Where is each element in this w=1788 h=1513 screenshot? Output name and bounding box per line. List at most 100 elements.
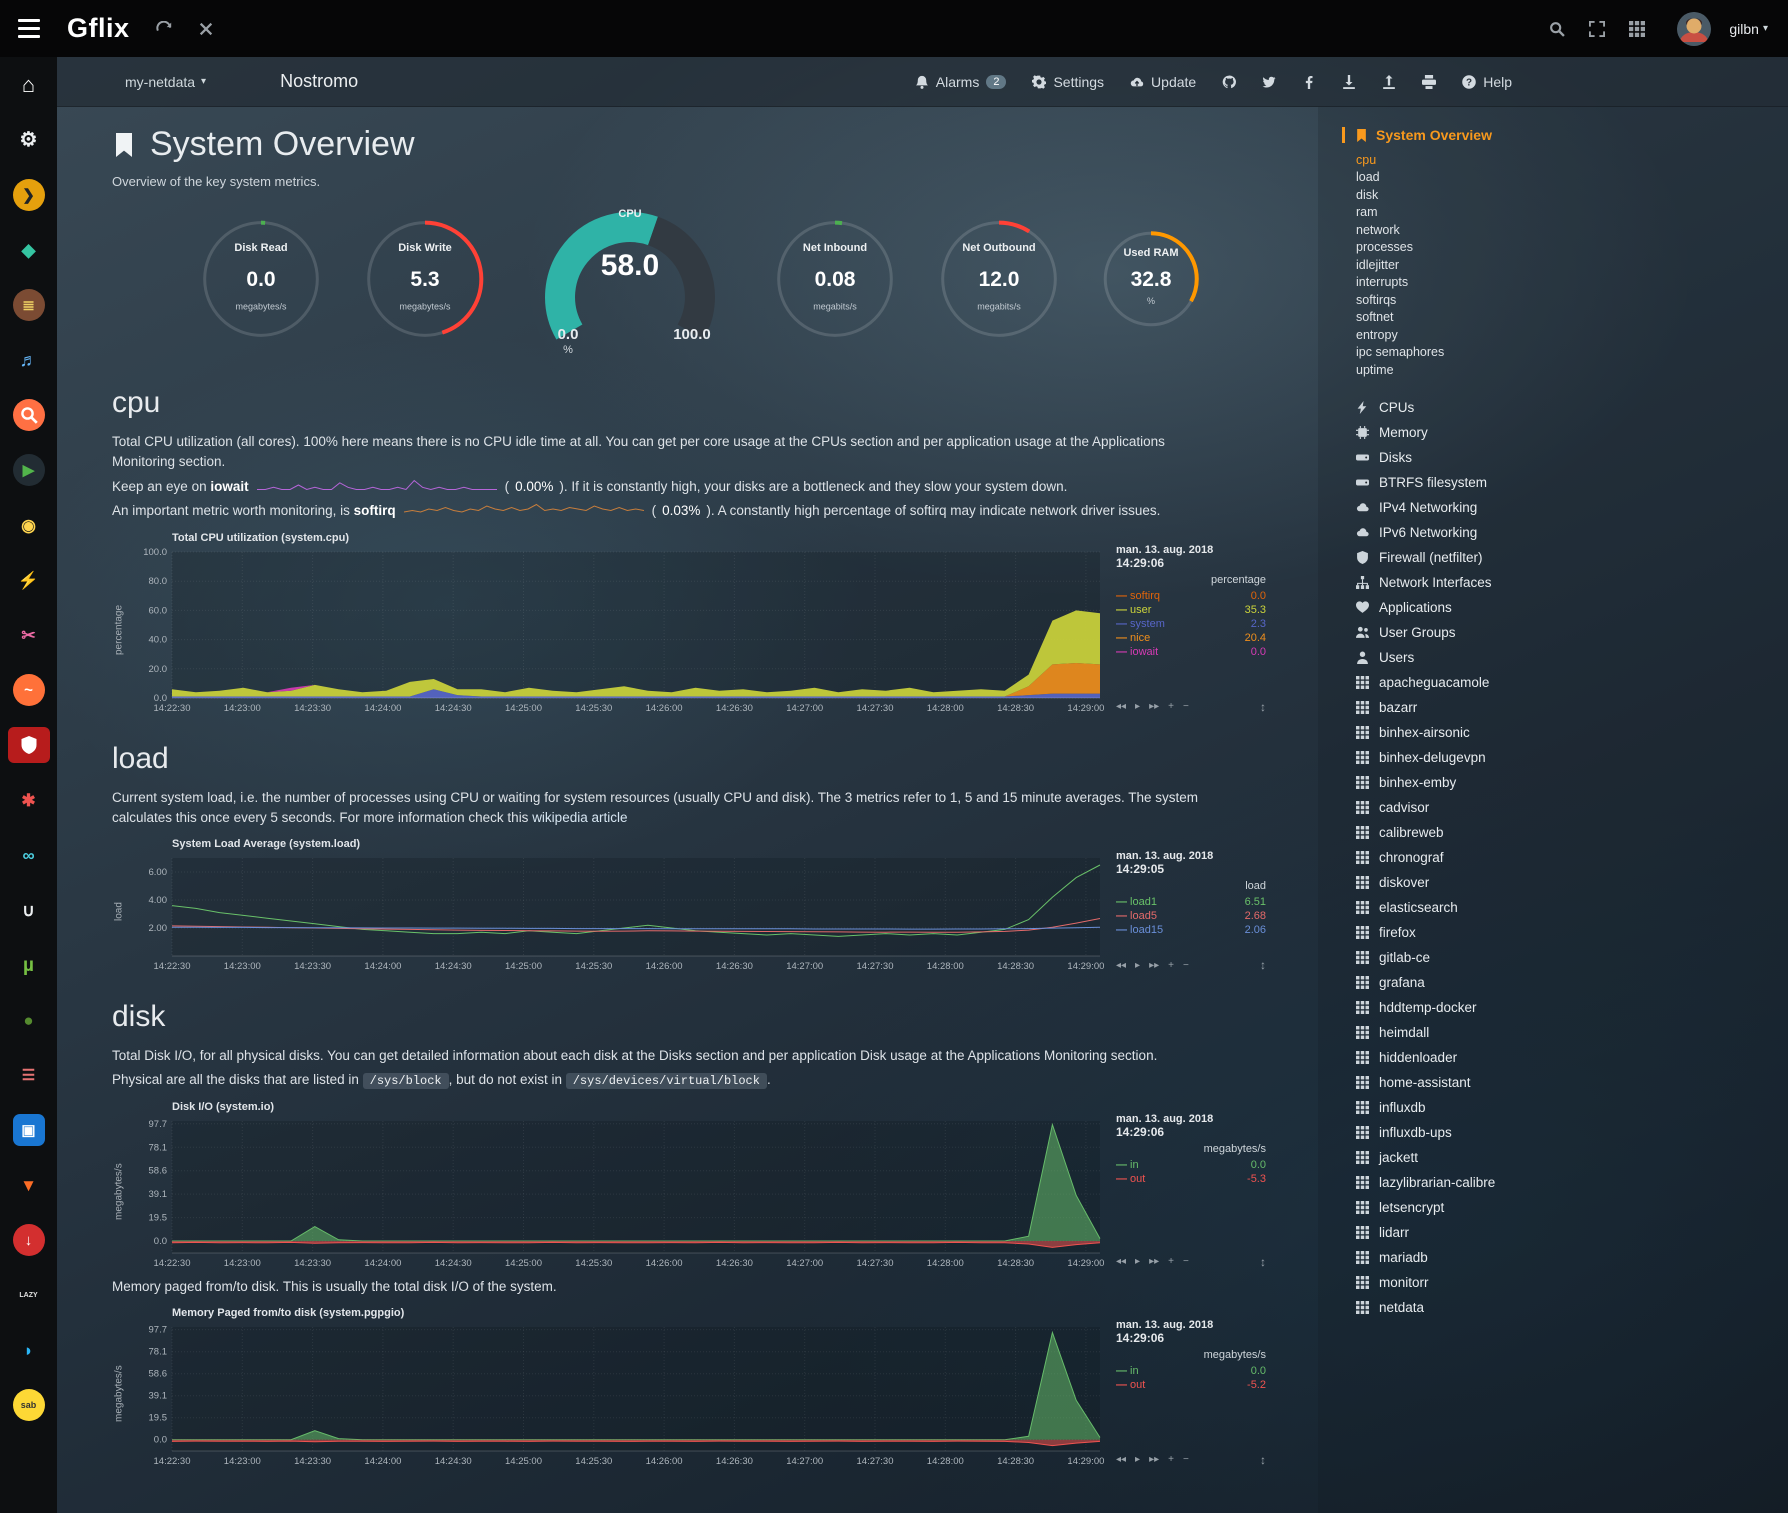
toolbox-zoom-in[interactable]: + [1168, 1454, 1174, 1465]
gauge-net-inbound[interactable]: Net Inbound0.08megabits/s [771, 215, 899, 348]
menu-icon[interactable] [0, 19, 57, 38]
toolbox-resize[interactable]: ↕ [1260, 700, 1266, 714]
menu-item-binhex-airsonic[interactable]: binhex-airsonic [1342, 720, 1788, 745]
menu-item-interrupts[interactable]: interrupts [1342, 274, 1788, 292]
legend-load15[interactable]: — load152.06 [1116, 923, 1266, 937]
toolbox-pan-right[interactable]: ▸▸ [1149, 1454, 1159, 1465]
sidebar-app-jackett[interactable] [8, 397, 50, 433]
chart-cpu[interactable]: Total CPU utilization (system.cpu)percen… [112, 532, 1288, 716]
toolbox-zoom-out[interactable]: − [1183, 960, 1189, 971]
menu-item-lazylibrarian-calibre[interactable]: lazylibrarian-calibre [1342, 1170, 1788, 1195]
sidebar-app-resilio[interactable]: ✱ [8, 782, 50, 818]
chart-load[interactable]: System Load Average (system.load)load6.0… [112, 838, 1288, 974]
menu-item-diskover[interactable]: diskover [1342, 870, 1788, 895]
toolbox-zoom-in[interactable]: + [1168, 960, 1174, 971]
menu-item-home-assistant[interactable]: home-assistant [1342, 1070, 1788, 1095]
menu-item-disk[interactable]: disk [1342, 186, 1788, 204]
toolbox-pan-right[interactable]: ▸▸ [1149, 1256, 1159, 1267]
menu-item-memory[interactable]: Memory [1342, 420, 1788, 445]
menu-item-cadvisor[interactable]: cadvisor [1342, 795, 1788, 820]
legend-user[interactable]: — user35.3 [1116, 603, 1266, 617]
toolbox-play[interactable]: ▸ [1135, 1256, 1140, 1267]
menu-item-load[interactable]: load [1342, 169, 1788, 187]
menu-item-applications[interactable]: Applications [1342, 595, 1788, 620]
legend-system[interactable]: — system2.3 [1116, 617, 1266, 631]
menu-item-binhex-emby[interactable]: binhex-emby [1342, 770, 1788, 795]
avatar[interactable] [1677, 12, 1711, 46]
sidebar-app-monitorr[interactable]: ☰ [8, 1057, 50, 1093]
sidebar-app-gitlab[interactable]: ▼ [8, 1167, 50, 1203]
menu-item-netdata[interactable]: netdata [1342, 1295, 1788, 1320]
nav-twitter-icon[interactable] [1262, 75, 1276, 89]
chart-plot-cpu[interactable]: 100.080.060.040.020.00.014:22:3014:23:00… [126, 544, 1106, 716]
toolbox-zoom-in[interactable]: + [1168, 701, 1174, 712]
menu-item-processes[interactable]: processes [1342, 239, 1788, 257]
sidebar-app-home[interactable]: ⌂ [8, 67, 50, 103]
menu-item-network-interfaces[interactable]: Network Interfaces [1342, 570, 1788, 595]
toolbox-pan-right[interactable]: ▸▸ [1149, 960, 1159, 971]
menu-item-hddtemp-docker[interactable]: hddtemp-docker [1342, 995, 1788, 1020]
legend-out[interactable]: — out-5.3 [1116, 1172, 1266, 1186]
menu-item-entropy[interactable]: entropy [1342, 326, 1788, 344]
sidebar-app-drop-app[interactable]: ◗ [8, 1332, 50, 1368]
legend-load1[interactable]: — load16.51 [1116, 895, 1266, 909]
legend-nice[interactable]: — nice20.4 [1116, 631, 1266, 645]
sidebar-app-shield-app[interactable] [8, 727, 50, 763]
menu-item-network[interactable]: network [1342, 221, 1788, 239]
toolbox-play[interactable]: ▸ [1135, 1454, 1140, 1465]
toolbox-play[interactable]: ▸ [1135, 960, 1140, 971]
nav-alarms[interactable]: Alarms2 [915, 74, 1007, 90]
menu-item-uptime[interactable]: uptime [1342, 361, 1788, 379]
chart-disk-io[interactable]: Disk I/O (system.io)megabytes/s97.778.15… [112, 1101, 1288, 1271]
toolbox-zoom-out[interactable]: − [1183, 1256, 1189, 1267]
search-icon[interactable] [1549, 21, 1565, 37]
menu-item-ipv4-networking[interactable]: IPv4 Networking [1342, 495, 1788, 520]
toolbox-zoom-in[interactable]: + [1168, 1256, 1174, 1267]
toolbox-play[interactable]: ▸ [1135, 701, 1140, 712]
gauge-net-outbound[interactable]: Net Outbound12.0megabits/s [935, 215, 1063, 348]
sidebar-app-plex[interactable]: ❯ [8, 177, 50, 213]
menu-item-influxdb[interactable]: influxdb [1342, 1095, 1788, 1120]
menu-item-firewall-netfilter-[interactable]: Firewall (netfilter) [1342, 545, 1788, 570]
refresh-icon[interactable] [156, 21, 172, 37]
legend-out[interactable]: — out-5.2 [1116, 1378, 1266, 1392]
toolbox-resize[interactable]: ↕ [1260, 1453, 1266, 1467]
sidebar-app-blue-tile-app[interactable]: ▣ [8, 1112, 50, 1148]
menu-item-softirqs[interactable]: softirqs [1342, 291, 1788, 309]
menu-item-cpu[interactable]: cpu [1342, 151, 1788, 169]
sidebar-app-horseshoe-app[interactable]: ∪ [8, 892, 50, 928]
menu-item-hiddenloader[interactable]: hiddenloader [1342, 1045, 1788, 1070]
menu-item-elasticsearch[interactable]: elasticsearch [1342, 895, 1788, 920]
nav-github-icon[interactable] [1222, 75, 1236, 89]
sidebar-app-sabnzbd[interactable]: sab [8, 1387, 50, 1423]
toolbox-pan-left[interactable]: ◂◂ [1116, 1454, 1126, 1465]
sidebar-app-utorrent[interactable]: µ [8, 947, 50, 983]
nav-download-icon[interactable] [1342, 75, 1356, 89]
nav-upload-icon[interactable] [1382, 75, 1396, 89]
gauge-disk-read[interactable]: Disk Read0.0megabytes/s [197, 215, 325, 348]
toolbox-zoom-out[interactable]: − [1183, 701, 1189, 712]
menu-item-firefox[interactable]: firefox [1342, 920, 1788, 945]
sidebar-app-emby[interactable]: ▶ [8, 452, 50, 488]
legend-iowait[interactable]: — iowait0.0 [1116, 645, 1266, 659]
nav-print-icon[interactable] [1422, 75, 1436, 89]
nav-settings[interactable]: Settings [1032, 74, 1104, 90]
host-selector[interactable]: my-netdata ▾ [125, 74, 206, 90]
user-menu[interactable]: gilbn ▾ [1729, 21, 1768, 37]
menu-item-letsencrypt[interactable]: letsencrypt [1342, 1195, 1788, 1220]
close-icon[interactable] [198, 21, 214, 37]
menu-item-heimdall[interactable]: heimdall [1342, 1020, 1788, 1045]
toolbox-pan-left[interactable]: ◂◂ [1116, 701, 1126, 712]
chart-plot-pgpgio[interactable]: 97.778.158.639.119.50.014:22:3014:23:001… [126, 1319, 1106, 1469]
gauge-disk-write[interactable]: Disk Write5.3megabytes/s [361, 215, 489, 348]
menu-system-overview[interactable]: System Overview [1342, 127, 1788, 143]
menu-item-idlejitter[interactable]: idlejitter [1342, 256, 1788, 274]
apps-grid-icon[interactable] [1629, 21, 1645, 37]
sidebar-app-lazylibrarian[interactable]: LAZY [8, 1277, 50, 1313]
nav-facebook-icon[interactable] [1302, 75, 1316, 89]
menu-item-gitlab-ce[interactable]: gitlab-ce [1342, 945, 1788, 970]
nav-update[interactable]: Update [1130, 74, 1196, 90]
gauge-used-ram[interactable]: Used RAM32.8% [1099, 227, 1203, 336]
legend-in[interactable]: — in0.0 [1116, 1158, 1266, 1172]
menu-item-users[interactable]: Users [1342, 645, 1788, 670]
